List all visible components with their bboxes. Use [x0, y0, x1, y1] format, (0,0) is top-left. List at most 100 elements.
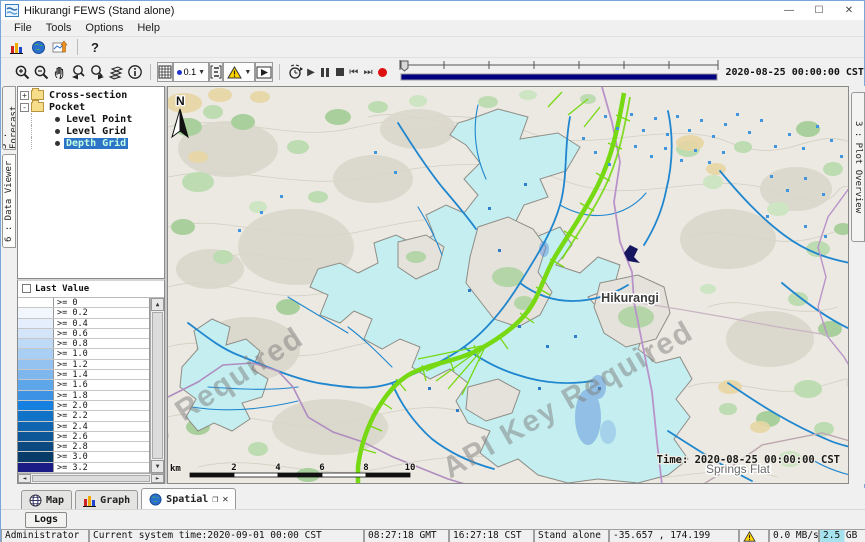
- tree-row[interactable]: Depth Grid: [20, 137, 164, 149]
- logs-button[interactable]: Logs: [25, 512, 67, 528]
- legend-vertical-scrollbar[interactable]: ▲ ▼: [150, 298, 164, 473]
- color-swatch: [18, 308, 54, 317]
- close-panel-icon[interactable]: ✕: [222, 494, 228, 505]
- data-display-icon[interactable]: [5, 37, 27, 57]
- spatial-map-view[interactable]: API Key Required API Key Required Hikura…: [167, 86, 849, 484]
- class-break-dropdown[interactable]: 0.1▼: [173, 62, 209, 82]
- tree-item-level-point[interactable]: Level Point: [64, 114, 134, 125]
- tree-row[interactable]: + Cross-section: [20, 89, 164, 101]
- legend-row[interactable]: >= 2.4: [18, 422, 149, 432]
- svg-text:2: 2: [231, 463, 236, 473]
- animate-button[interactable]: [255, 62, 273, 82]
- map-canvas[interactable]: API Key Required API Key Required Hikura…: [168, 87, 849, 484]
- legend-label: >= 3.0: [54, 452, 149, 461]
- status-user: Administrator: [1, 529, 89, 542]
- legend-row[interactable]: >= 0.2: [18, 308, 149, 318]
- tree-row[interactable]: Level Grid: [20, 125, 164, 137]
- restore-panel-icon[interactable]: ❐: [212, 494, 218, 505]
- legend-horizontal-scrollbar[interactable]: ◄ ►: [18, 473, 164, 483]
- legend-row[interactable]: >= 0: [18, 298, 149, 308]
- tree-item-pocket[interactable]: Pocket: [47, 102, 87, 113]
- maximize-button[interactable]: ☐: [804, 1, 834, 20]
- tree-row[interactable]: - Pocket: [20, 101, 164, 113]
- scroll-left-icon[interactable]: ◄: [18, 474, 31, 483]
- color-swatch: [18, 463, 54, 472]
- tab-spatial[interactable]: Spatial ❐ ✕: [141, 488, 236, 509]
- close-button[interactable]: ✕: [834, 1, 864, 20]
- legend-row[interactable]: >= 1.6: [18, 380, 149, 390]
- menu-options[interactable]: Options: [78, 21, 130, 35]
- tab-data-viewer[interactable]: 6 : Data Viewer: [2, 154, 16, 248]
- legend-row[interactable]: >= 1.2: [18, 360, 149, 370]
- scroll-down-icon[interactable]: ▼: [151, 460, 164, 473]
- legend-label: >= 0.2: [54, 308, 149, 317]
- skip-to-end-button[interactable]: ⏭: [361, 62, 375, 82]
- skip-to-start-button[interactable]: ⏮: [347, 62, 361, 82]
- color-swatch: [18, 370, 54, 379]
- minimize-button[interactable]: —: [774, 1, 804, 20]
- info-icon[interactable]: [126, 62, 144, 82]
- legend-row[interactable]: >= 2.8: [18, 442, 149, 452]
- spatial-display-icon[interactable]: [49, 37, 71, 57]
- expand-icon[interactable]: +: [20, 91, 29, 100]
- legend-toggle-button[interactable]: [209, 62, 223, 82]
- left-tab-strip: 5 : Forecast 6 : Data Viewer: [1, 86, 17, 484]
- legend-class-list: >= 0 >= 0.2 >= 0.4 >= 0.6 >= 0.8 >= 1.0 …: [18, 298, 150, 473]
- scroll-thumb[interactable]: [32, 475, 150, 482]
- legend-title: Last Value: [35, 284, 89, 294]
- last-value-checkbox[interactable]: [22, 284, 31, 293]
- zoom-out-icon[interactable]: [32, 62, 51, 82]
- time-slider-handle[interactable]: [401, 61, 408, 71]
- pan-hand-icon[interactable]: [51, 62, 69, 82]
- legend-row[interactable]: >= 2.6: [18, 432, 149, 442]
- tab-plot-overview[interactable]: 3 : Plot Overview: [851, 92, 865, 242]
- legend-row[interactable]: >= 2.2: [18, 411, 149, 421]
- legend-row[interactable]: >= 0.6: [18, 329, 149, 339]
- tree-item-depth-grid[interactable]: Depth Grid: [64, 138, 128, 149]
- thresholds-dropdown[interactable]: ▼: [223, 62, 255, 82]
- layers-icon[interactable]: [107, 62, 126, 82]
- legend-row[interactable]: >= 0.8: [18, 339, 149, 349]
- tree-item-cross-section[interactable]: Cross-section: [47, 90, 129, 101]
- zoom-in-icon[interactable]: [13, 62, 32, 82]
- status-network: 0.0 MB/s: [769, 529, 819, 542]
- class-break-dot-icon: [177, 70, 182, 75]
- record-button[interactable]: [375, 62, 389, 82]
- class-break-value: 0.1: [184, 67, 197, 77]
- legend-row[interactable]: >= 3.0: [18, 452, 149, 462]
- tree-item-level-grid[interactable]: Level Grid: [64, 126, 128, 137]
- legend-row[interactable]: >= 3.2: [18, 463, 149, 473]
- collapse-icon[interactable]: -: [20, 103, 29, 112]
- scroll-up-icon[interactable]: ▲: [151, 298, 164, 311]
- zoom-previous-icon[interactable]: [69, 62, 88, 82]
- stop-button[interactable]: [332, 62, 346, 82]
- legend-row[interactable]: >= 1.0: [18, 349, 149, 359]
- warning-triangle-icon: [227, 66, 242, 79]
- pause-button[interactable]: [318, 62, 332, 82]
- scroll-right-icon[interactable]: ►: [151, 474, 164, 483]
- legend-row[interactable]: >= 1.4: [18, 370, 149, 380]
- tab-graph[interactable]: Graph: [75, 490, 138, 509]
- map-toolbar: 0.1▼ ▼ ▶ ⏮ ⏭ 2020-08-25 00:00:00 CST: [1, 58, 864, 86]
- tab-forecast[interactable]: 5 : Forecast: [2, 86, 16, 150]
- scroll-thumb[interactable]: [152, 312, 163, 459]
- grid-display-button[interactable]: [157, 62, 173, 82]
- globe-icon[interactable]: [27, 37, 49, 57]
- menu-help[interactable]: Help: [130, 21, 167, 35]
- tab-map-label: Map: [46, 495, 64, 506]
- help-button[interactable]: ?: [84, 37, 106, 57]
- legend-row[interactable]: >= 2.0: [18, 401, 149, 411]
- play-button[interactable]: ▶: [304, 62, 318, 82]
- status-warning[interactable]: [739, 529, 769, 542]
- menu-file[interactable]: File: [7, 21, 39, 35]
- color-swatch: [18, 380, 54, 389]
- zoom-next-icon[interactable]: [88, 62, 107, 82]
- tab-map[interactable]: Map: [21, 490, 72, 509]
- menu-tools[interactable]: Tools: [39, 21, 79, 35]
- legend-label: >= 2.0: [54, 401, 149, 410]
- legend-row[interactable]: >= 1.8: [18, 391, 149, 401]
- tree-row[interactable]: Level Point: [20, 113, 164, 125]
- legend-row[interactable]: >= 0.4: [18, 319, 149, 329]
- animation-settings-icon[interactable]: [286, 62, 304, 82]
- time-slider[interactable]: [399, 57, 719, 88]
